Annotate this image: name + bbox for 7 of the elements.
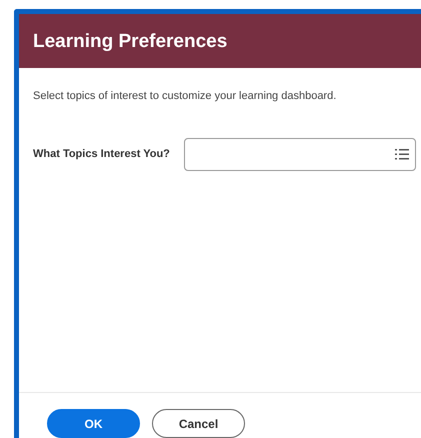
topics-field[interactable] [184,138,416,171]
cancel-button[interactable]: Cancel [152,409,245,438]
ok-button[interactable]: OK [47,409,140,438]
instructions-text: Select topics of interest to customize your learning dashboard. [33,91,338,102]
dialog-title: Learning Preferences [33,32,228,50]
field-label: What Topics Interest You? [33,147,171,162]
list-icon [395,149,409,160]
